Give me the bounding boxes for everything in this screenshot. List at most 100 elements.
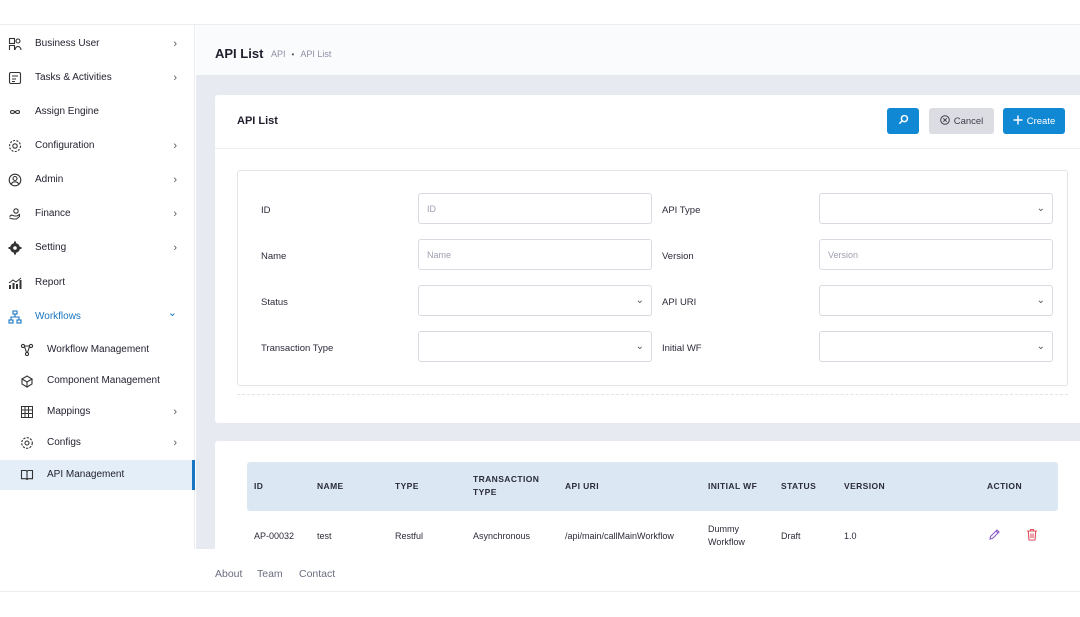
breadcrumb-item-api[interactable]: API: [271, 49, 286, 59]
tasks-icon: [8, 71, 22, 85]
sidebar-item-workflow-management[interactable]: Workflow Management: [0, 335, 195, 365]
book-icon: [20, 468, 34, 482]
column-header-version: VERSION: [844, 481, 886, 491]
divider: [215, 148, 1080, 149]
top-bar: [0, 0, 1080, 25]
api-uri-label: API URI: [662, 297, 697, 308]
sidebar-item-api-management[interactable]: API Management: [0, 460, 195, 490]
user-group-icon: [8, 37, 22, 51]
page-header: API List API • API List: [196, 25, 1080, 75]
initial-wf-select[interactable]: ⌄: [819, 331, 1053, 362]
config-icon: [20, 436, 34, 450]
search-icon: [898, 114, 909, 128]
chevron-down-icon: ⌄: [167, 307, 177, 319]
chevron-right-icon: ›: [173, 38, 177, 50]
edit-icon[interactable]: [988, 528, 1001, 546]
main-content: API List API • API List API List Cancel …: [196, 25, 1080, 549]
chevron-right-icon: ›: [173, 208, 177, 220]
api-type-label: API Type: [662, 205, 701, 216]
sidebar-item-label: Assign Engine: [35, 106, 99, 117]
sidebar-item-tasks-activities[interactable]: Tasks & Activities ›: [0, 63, 195, 93]
sidebar-item-finance[interactable]: Finance ›: [0, 199, 195, 229]
footer: About Team Contact: [0, 549, 1080, 592]
sidebar-item-workflows[interactable]: Workflows ⌄: [0, 302, 195, 332]
cell-transaction-type: Asynchronous: [473, 531, 531, 541]
column-header-transaction-type: TRANSACTION TYPE: [473, 474, 540, 497]
footer-link-team[interactable]: Team: [257, 568, 283, 580]
cell-type: Restful: [395, 531, 424, 541]
sidebar-item-admin[interactable]: Admin ›: [0, 165, 195, 195]
sidebar-item-configuration[interactable]: Configuration ›: [0, 131, 195, 161]
sidebar-item-label: Report: [35, 277, 66, 288]
chevron-down-icon: ⌄: [1036, 295, 1045, 306]
cell-initial-wf: Dummy Workflow: [708, 524, 745, 547]
cell-api-uri: /api/main/callMainWorkflow: [565, 531, 674, 541]
sidebar-item-label: Configs: [47, 437, 81, 448]
page-title: API List: [215, 46, 264, 61]
status-label: Status: [261, 297, 288, 308]
api-type-select[interactable]: ⌄: [819, 193, 1053, 224]
cancel-button[interactable]: Cancel: [929, 108, 994, 134]
sidebar-item-label: Workflow Management: [47, 344, 150, 355]
sidebar-item-report[interactable]: Report: [0, 268, 195, 298]
sidebar-item-business-user[interactable]: Business User ›: [0, 29, 195, 59]
hand-coin-icon: [8, 207, 22, 221]
column-header-id: ID: [254, 481, 264, 491]
chevron-right-icon: ›: [173, 242, 177, 254]
breadcrumb-item-api-list: API List: [300, 49, 332, 59]
gear-icon: [8, 241, 22, 255]
close-circle-icon: [939, 114, 950, 128]
chevron-down-icon: ⌄: [635, 341, 644, 352]
initial-wf-label: Initial WF: [662, 343, 702, 354]
id-input[interactable]: ID: [418, 193, 652, 224]
breadcrumb: API • API List: [271, 49, 331, 59]
cell-id: AP-00032: [254, 531, 295, 541]
filter-card: API List Cancel Create ID ID API Type ⌄ …: [215, 95, 1080, 423]
chevron-right-icon: ›: [173, 140, 177, 152]
cancel-label: Cancel: [953, 115, 984, 127]
create-button[interactable]: Create: [1003, 108, 1065, 134]
sidebar-item-label: Setting: [35, 242, 67, 253]
chevron-down-icon: ⌄: [1036, 203, 1045, 214]
sidebar-item-assign-engine[interactable]: Assign Engine: [0, 97, 195, 127]
card-title: API List: [237, 115, 278, 127]
column-header-api-uri: API URI: [565, 481, 599, 491]
transaction-type-select[interactable]: ⌄: [418, 331, 652, 362]
hierarchy-icon: [8, 310, 22, 324]
sidebar-item-label: Business User: [35, 38, 100, 49]
filter-form: ID ID API Type ⌄ Name Name Version Versi…: [237, 170, 1068, 386]
api-uri-select[interactable]: ⌄: [819, 285, 1053, 316]
footer-link-contact[interactable]: Contact: [299, 568, 335, 580]
sidebar-item-label: API Management: [47, 469, 125, 480]
sidebar-item-label: Admin: [35, 174, 64, 185]
infinity-icon: [8, 105, 22, 119]
search-button[interactable]: [887, 108, 919, 134]
sidebar-item-label: Configuration: [35, 140, 95, 151]
name-label: Name: [261, 251, 287, 262]
mapping-icon: [20, 405, 34, 419]
cell-version: 1.0: [844, 531, 857, 541]
component-icon: [20, 374, 34, 388]
sidebar: Business User › Tasks & Activities › Ass…: [0, 25, 195, 549]
column-header-name: NAME: [317, 481, 344, 491]
gear-outline-icon: [8, 139, 22, 153]
sidebar-item-label: Workflows: [35, 311, 81, 322]
sidebar-item-setting[interactable]: Setting ›: [0, 233, 195, 263]
chart-icon: [8, 276, 22, 290]
column-header-type: TYPE: [395, 481, 419, 491]
version-input[interactable]: Version: [819, 239, 1053, 270]
footer-link-about[interactable]: About: [215, 568, 242, 580]
id-label: ID: [261, 205, 271, 216]
sidebar-item-configs[interactable]: Configs ›: [0, 428, 195, 458]
name-input[interactable]: Name: [418, 239, 652, 270]
chevron-down-icon: ⌄: [635, 295, 644, 306]
cell-status: Draft: [781, 531, 801, 541]
table-header: ID NAME TYPE TRANSACTION TYPE API URI IN…: [247, 462, 1058, 511]
delete-icon[interactable]: [1026, 528, 1038, 546]
sidebar-item-component-management[interactable]: Component Management: [0, 366, 195, 396]
cell-name: test: [317, 531, 332, 541]
sidebar-item-mappings[interactable]: Mappings ›: [0, 397, 195, 427]
chevron-right-icon: ›: [173, 437, 177, 449]
chevron-right-icon: ›: [173, 406, 177, 418]
status-select[interactable]: ⌄: [418, 285, 652, 316]
